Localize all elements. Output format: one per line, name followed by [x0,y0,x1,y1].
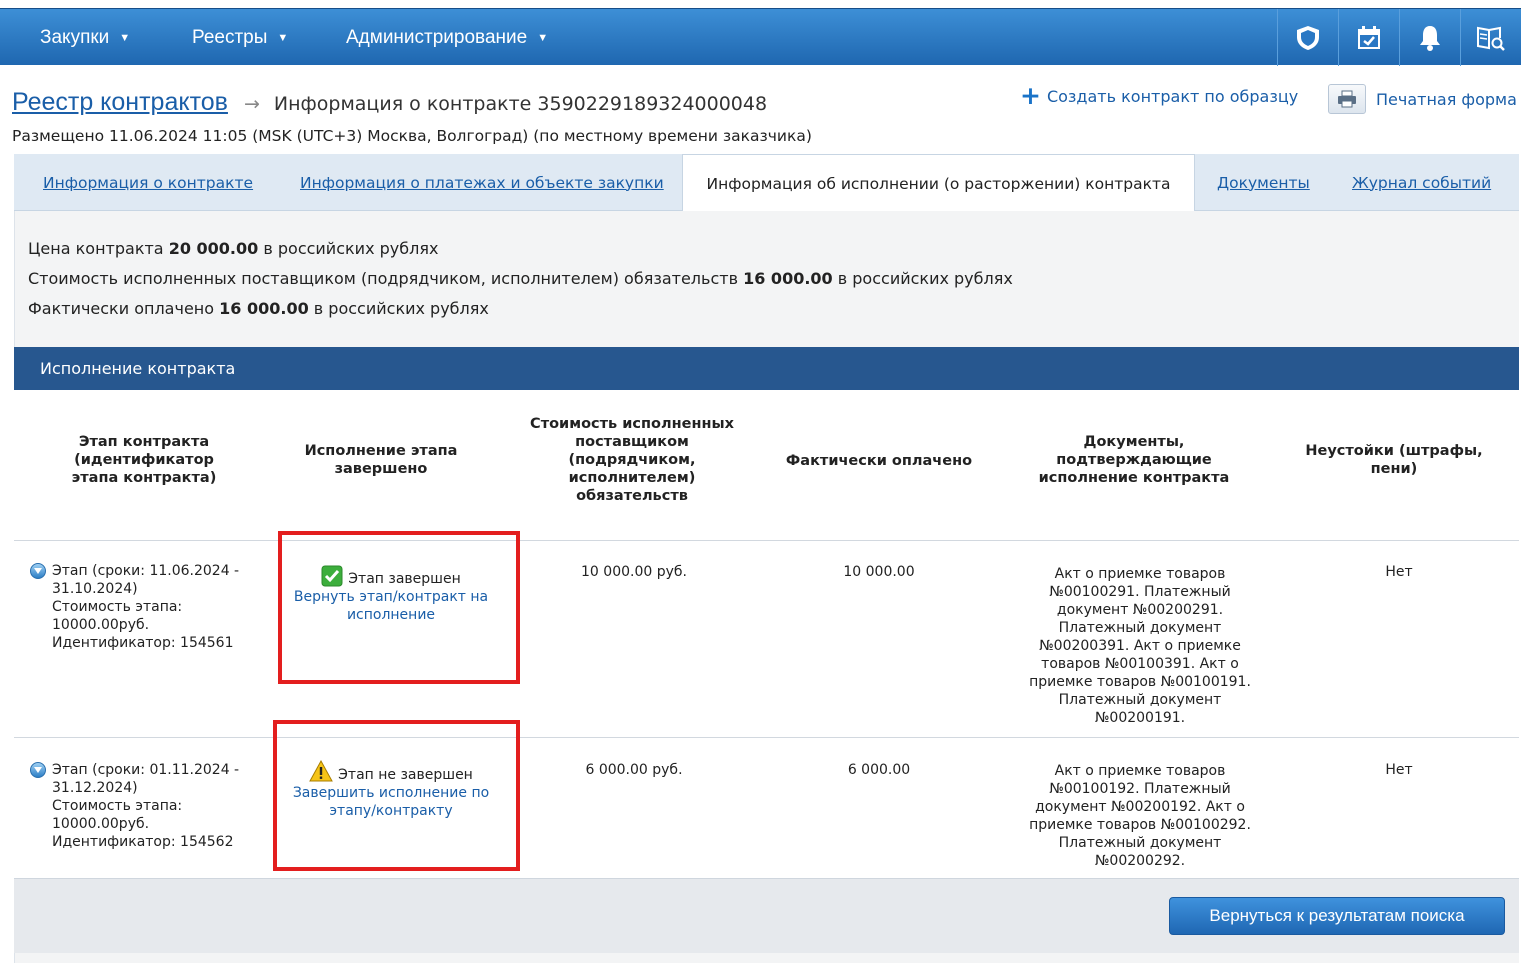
bell-icon[interactable] [1399,9,1460,66]
top-navigation: Закупки ▼ Реестры ▼ Администрирование ▼ [0,8,1521,66]
contract-price-prefix: Цена контракта [28,239,169,258]
contract-price-value: 20 000.00 [168,239,259,258]
stage-cost-value: 10000.00руб. [52,617,150,633]
tab-contract-info[interactable]: Информация о контракте [43,154,253,211]
fulfilled-cost: Стоимость исполненных поставщиком (подря… [28,269,1013,288]
contract-price-suffix: в российских рублях [258,239,439,258]
tab-event-log[interactable]: Журнал событий [1352,154,1491,211]
plus-icon: + [1020,81,1041,110]
actually-paid: Фактически оплачено 16 000.00 в российск… [28,299,489,318]
stage-cost-value: 10000.00руб. [52,816,150,832]
highlight-box [278,531,520,684]
tab-bar: Информация о контракте Информация о плат… [14,154,1519,212]
print-form-label: Печатная форма [1376,89,1517,109]
window-top-strip [0,0,1521,8]
stage-dates-line2: 31.10.2024) [52,581,138,597]
expand-toggle-icon[interactable] [30,563,46,579]
menu-purchases[interactable]: Закупки ▼ [40,9,130,66]
menu-administration[interactable]: Администрирование ▼ [346,9,548,66]
column-header-penalties: Неустойки (штрафы, пени) [1305,443,1483,477]
chevron-down-icon: ▼ [119,31,131,44]
column-header-fulfilled: Стоимость исполненных поставщиком (подря… [530,416,734,504]
column-header-documents: Документы, подтверждающие исполнение кон… [1038,434,1230,486]
table-row: Этап (сроки: 01.11.2024 - 31.12.2024) Ст… [14,737,1519,878]
fulfilled-cost-value: 16 000.00 [743,269,833,288]
section-header: Исполнение контракта [14,347,1519,390]
shield-icon[interactable] [1277,9,1338,66]
create-by-sample-label: Создать контракт по образцу [1046,86,1299,106]
breadcrumb-link-registry[interactable]: Реестр контрактов [12,88,228,117]
actually-paid-value: 16 000.00 [219,299,309,318]
stage-cost-label: Стоимость этапа: [52,599,183,615]
menu-registries-label: Реестры [192,26,268,48]
print-form-button[interactable]: Печатная форма [1328,84,1517,114]
paid-cell: 6 000.00 [847,762,911,778]
printer-icon [1328,84,1366,114]
paid-cell: 10 000.00 [843,564,915,580]
column-header-paid: Фактически оплачено [785,453,973,469]
contract-price: Цена контракта 20 000.00 в российских ру… [28,239,438,258]
tab-payments-info[interactable]: Информация о платежах и объекте закупки [300,154,664,211]
documents-cell: Акт о приемке товаров №00100291. Платежн… [1029,566,1251,726]
actually-paid-prefix: Фактически оплачено [28,299,220,318]
documents-cell: Акт о приемке товаров №00100192. Платежн… [1029,763,1251,869]
book-search-icon[interactable] [1460,9,1521,66]
actually-paid-suffix: в российских рублях [308,299,489,318]
stage-dates-line1: Этап (сроки: 11.06.2024 - [52,563,240,579]
stage-identifier: Идентификатор: 154562 [52,834,234,850]
stage-cell: Этап (сроки: 01.11.2024 - 31.12.2024) Ст… [30,761,260,851]
stage-cost-label: Стоимость этапа: [52,798,183,814]
penalties-cell: Нет [1385,564,1413,580]
table-row: Этап (сроки: 11.06.2024 - 31.10.2024) Ст… [14,540,1519,737]
calendar-check-icon[interactable] [1338,9,1399,66]
chevron-down-icon: ▼ [537,31,549,44]
fulfilled-cost-cell: 6 000.00 руб. [585,762,683,778]
fulfilled-cost-suffix: в российских рублях [832,269,1013,288]
arrow-right-icon: → [243,93,260,115]
table-header: Этап контракта (идентификатор этапа конт… [14,390,1519,540]
page-title: Информация о контракте 35902291893240000… [273,93,768,115]
fulfilled-cost-prefix: Стоимость исполненных поставщиком (подря… [28,269,744,288]
tab-documents[interactable]: Документы [1217,154,1310,211]
footer-bar: Вернуться к результатам поиска [14,878,1519,953]
stage-cell: Этап (сроки: 11.06.2024 - 31.10.2024) Ст… [30,562,260,652]
menu-administration-label: Администрирование [346,26,528,48]
column-header-stage: Этап контракта (идентификатор этапа конт… [71,434,217,486]
chevron-down-icon: ▼ [277,31,289,44]
posted-date: Размещено 11.06.2024 11:05 (MSK (UTC+3) … [12,127,812,145]
create-by-sample-button[interactable]: + Создать контракт по образцу [1020,81,1299,110]
penalties-cell: Нет [1385,762,1413,778]
fulfilled-cost-cell: 10 000.00 руб. [581,564,687,580]
column-header-completed: Исполнение этапа завершено [304,443,458,477]
menu-registries[interactable]: Реестры ▼ [192,9,288,66]
tab-execution-info[interactable]: Информация об исполнении (о расторжении)… [682,154,1195,212]
highlight-box [273,720,520,871]
back-to-results-button[interactable]: Вернуться к результатам поиска [1169,897,1505,935]
breadcrumb: Реестр контрактов → Информация о контрак… [12,88,767,117]
stage-identifier: Идентификатор: 154561 [52,635,234,651]
stage-dates-line2: 31.12.2024) [52,780,138,796]
expand-toggle-icon[interactable] [30,762,46,778]
stage-dates-line1: Этап (сроки: 01.11.2024 - [52,762,240,778]
menu-purchases-label: Закупки [40,26,110,48]
